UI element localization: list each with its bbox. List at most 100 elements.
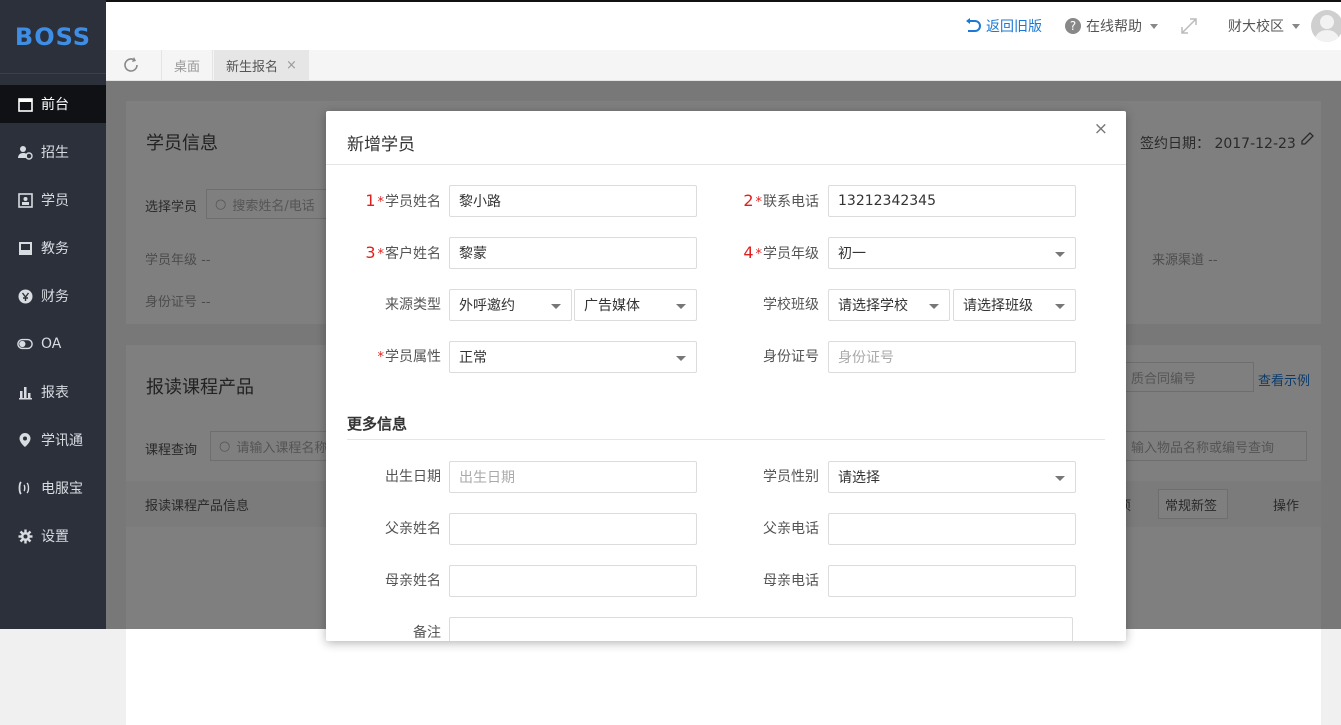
source-type-label: 来源类型 <box>326 289 441 321</box>
sidebar-item-academic[interactable]: 教务 <box>0 229 106 267</box>
tab-new-enrollment[interactable]: 新生报名 × <box>214 50 309 81</box>
field-value: 外呼邀约 <box>459 298 515 314</box>
sidebar-item-settings[interactable]: 设置 <box>0 517 106 555</box>
attribute-label: *学员属性 <box>326 341 442 374</box>
dialog-title: 新增学员 <box>347 135 415 155</box>
field-placeholder: 身份证号 <box>838 350 894 366</box>
calendar-icon <box>17 96 33 112</box>
sidebar-item-students[interactable]: 学员 <box>0 181 106 219</box>
student-name-label: 1 *学员姓名 <box>326 185 441 219</box>
headset-icon <box>17 480 33 496</box>
campus-label: 财大校区 <box>1228 19 1284 35</box>
field-label-text: 学校班级 <box>763 297 819 313</box>
annotation-number: 1 <box>365 191 376 210</box>
birth-date-input[interactable]: 出生日期 <box>449 461 697 493</box>
divider <box>347 439 1105 440</box>
field-label-text: 学员属性 <box>385 349 441 365</box>
field-value: 广告媒体 <box>584 298 640 314</box>
sidebar-item-label: 前台 <box>41 97 69 113</box>
field-label-text: 备注 <box>413 625 441 641</box>
more-info-title: 更多信息 <box>347 415 408 433</box>
field-value: 请选择班级 <box>963 298 1033 314</box>
help-label: 在线帮助 <box>1086 19 1142 35</box>
required-mark: * <box>755 247 763 262</box>
sidebar-item-label: 报表 <box>41 385 69 401</box>
class-select[interactable]: 请选择班级 <box>953 289 1076 321</box>
school-select[interactable]: 请选择学校 <box>828 289 950 321</box>
chevron-down-icon <box>1150 23 1158 29</box>
top-bar: 返回旧版 ? 在线帮助 财大校区 <box>106 0 1341 50</box>
field-value: 黎蒙 <box>459 246 487 262</box>
annotation-number: 3 <box>365 243 376 262</box>
sidebar: BOSS 前台 招生 学员 教务 财务 OA 报表 学讯通 电服宝 设置 <box>0 0 106 629</box>
tab-bar: 桌面 新生报名 × <box>106 50 1341 81</box>
field-label-text: 客户姓名 <box>385 246 441 262</box>
id-number-input[interactable]: 身份证号 <box>828 341 1076 373</box>
field-label-text: 母亲电话 <box>763 573 819 589</box>
online-help-dropdown[interactable]: ? 在线帮助 <box>1064 2 1158 50</box>
field-value: 请选择 <box>838 470 880 486</box>
add-student-dialog: 新增学员 × 1 *学员姓名 黎小路 2 *联系电话 13212342345 3 *客… <box>326 111 1126 641</box>
father-phone-input[interactable] <box>828 513 1076 545</box>
attribute-select[interactable]: 正常 <box>449 341 697 373</box>
chevron-down-icon <box>1292 23 1300 29</box>
father-name-input[interactable] <box>449 513 697 545</box>
mother-phone-label: 母亲电话 <box>704 565 819 597</box>
field-label-text: 父亲姓名 <box>385 521 441 537</box>
field-value: 13212342345 <box>838 193 936 209</box>
refresh-icon[interactable] <box>122 56 140 78</box>
avatar[interactable] <box>1311 10 1341 42</box>
field-value: 黎小路 <box>459 194 501 210</box>
field-label-text: 身份证号 <box>763 349 819 365</box>
close-tab-icon[interactable]: × <box>286 58 297 73</box>
field-placeholder: 出生日期 <box>459 470 515 486</box>
phone-label: 2 *联系电话 <box>704 185 819 219</box>
sidebar-item-messaging[interactable]: 学讯通 <box>0 421 106 459</box>
sidebar-item-finance[interactable]: 财务 <box>0 277 106 315</box>
source-channel-select[interactable]: 广告媒体 <box>574 289 697 321</box>
required-mark: * <box>755 195 763 210</box>
field-value: 正常 <box>459 350 487 366</box>
back-to-old-version-link[interactable]: 返回旧版 <box>964 2 1042 50</box>
customer-name-input[interactable]: 黎蒙 <box>449 237 697 269</box>
dialog-header: 新增学员 × <box>326 111 1126 165</box>
toggle-icon <box>17 336 33 352</box>
father-phone-label: 父亲电话 <box>704 513 819 545</box>
birth-date-label: 出生日期 <box>326 461 441 493</box>
sidebar-item-label: 电服宝 <box>41 481 83 497</box>
customer-name-label: 3 *客户姓名 <box>326 237 441 271</box>
field-label-text: 来源类型 <box>385 297 441 313</box>
campus-dropdown[interactable]: 财大校区 <box>1228 2 1300 50</box>
logo: BOSS <box>0 0 106 74</box>
student-name-input[interactable]: 黎小路 <box>449 185 697 217</box>
mother-phone-input[interactable] <box>828 565 1076 597</box>
sidebar-item-label: 招生 <box>41 145 69 161</box>
fullscreen-button[interactable] <box>1180 2 1198 50</box>
sidebar-item-label: 设置 <box>41 529 69 545</box>
gender-select[interactable]: 请选择 <box>828 461 1076 493</box>
sidebar-item-reports[interactable]: 报表 <box>0 373 106 411</box>
sidebar-item-enrollment[interactable]: 招生 <box>0 133 106 171</box>
field-label-text: 出生日期 <box>385 469 441 485</box>
annotation-number: 4 <box>743 243 754 262</box>
logo-text: BOSS <box>14 22 92 51</box>
tab-desktop[interactable]: 桌面 <box>161 50 214 81</box>
sidebar-item-label: 学讯通 <box>41 433 83 449</box>
sidebar-item-phone-service[interactable]: 电服宝 <box>0 469 106 507</box>
expand-icon <box>1181 18 1197 34</box>
required-mark: * <box>377 195 385 210</box>
mother-name-input[interactable] <box>449 565 697 597</box>
sidebar-item-label: OA <box>41 336 62 352</box>
sidebar-item-front-desk[interactable]: 前台 <box>0 85 106 123</box>
source-type-select[interactable]: 外呼邀约 <box>449 289 572 321</box>
remark-textarea[interactable] <box>449 617 1073 641</box>
required-mark: * <box>377 350 385 365</box>
close-icon[interactable]: × <box>1094 119 1108 139</box>
sidebar-item-oa[interactable]: OA <box>0 325 106 363</box>
phone-input[interactable]: 13212342345 <box>828 185 1076 217</box>
remark-label: 备注 <box>326 617 441 641</box>
yen-icon <box>17 288 33 304</box>
grade-select[interactable]: 初一 <box>828 237 1076 269</box>
field-value: 请选择学校 <box>838 298 908 314</box>
sidebar-item-label: 教务 <box>41 241 69 257</box>
